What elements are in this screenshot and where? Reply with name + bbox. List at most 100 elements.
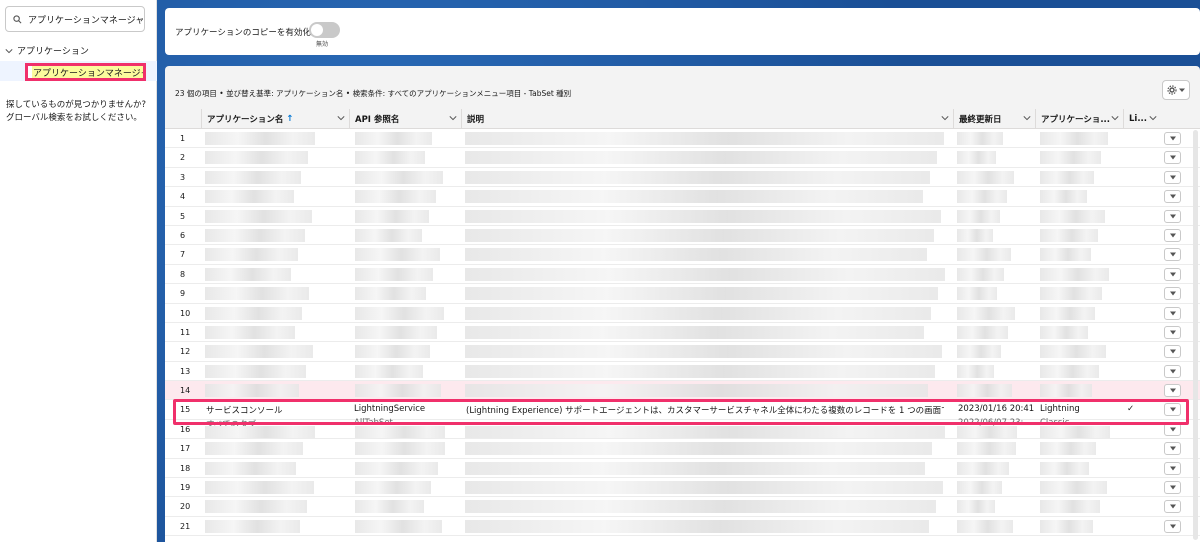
redacted-cell [465,190,923,204]
redacted-cell [1040,500,1100,514]
row-actions-button[interactable] [1164,384,1181,398]
row-number: 10 [180,308,191,318]
row-actions-button[interactable] [1164,287,1181,301]
redacted-cell [465,209,941,223]
row-actions-button[interactable] [1164,209,1181,223]
copy-toggle[interactable] [309,22,340,38]
row-actions-button[interactable] [1164,481,1181,495]
check-icon: ✓ [1127,404,1135,415]
caret-down-icon [1169,407,1176,412]
column-header-last-modified[interactable]: 最終更新日 [953,109,1035,129]
caret-down-icon [1169,194,1176,199]
tree-section-applications[interactable]: アプリケーション [5,44,89,57]
row-actions-button[interactable] [1164,151,1181,165]
column-header-api-name[interactable]: API 参照名 [349,109,461,129]
row-actions-button[interactable] [1164,461,1181,475]
row-actions-button[interactable] [1164,228,1181,242]
redacted-cell [957,384,1012,398]
table-row: 8 [165,265,1200,285]
tree-item-app-manager[interactable]: アプリケーションマネージャ [25,63,146,81]
table-row: 17 [165,439,1200,459]
row-actions-button[interactable] [1164,442,1181,456]
caret-down-icon [1169,446,1176,451]
redacted-cell [355,248,440,262]
redacted-cell [205,442,303,456]
row-actions-button[interactable] [1164,325,1181,339]
redacted-cell [465,519,929,533]
redacted-cell [957,209,1000,223]
setup-sidebar: アプリケーションマネージャ アプリケーション アプリケーションマネージャ 探して… [0,0,157,542]
table-row: 7 [165,245,1200,265]
redacted-cell [355,151,425,165]
row-actions-button[interactable] [1164,403,1181,417]
cell-api-name: AllTabSet [354,417,393,426]
redacted-cell [465,132,944,145]
caret-down-icon [1169,175,1176,180]
column-header-app-type[interactable]: アプリケーショ... [1035,109,1123,129]
row-actions-button[interactable] [1164,248,1181,262]
row-number: 7 [180,250,186,260]
column-header-description[interactable]: 説明 [461,109,953,129]
row-actions-button[interactable] [1164,306,1181,320]
chevron-down-icon[interactable] [941,114,949,122]
redacted-cell [957,364,994,378]
quick-find-search[interactable]: アプリケーションマネージャ [5,6,145,32]
column-label: アプリケーショ... [1041,115,1111,125]
row-actions-button[interactable] [1164,132,1181,145]
cell-last-modified: 2023/01/16 20:41 [958,404,1035,415]
row-actions-button[interactable] [1164,519,1181,533]
column-label: アプリケーション名 [207,115,284,125]
table-row: 21 [165,517,1200,537]
redacted-cell [465,267,945,281]
redacted-cell [465,481,943,495]
row-actions-button[interactable] [1164,267,1181,281]
cell-app-name[interactable]: サービスコンソール [206,404,283,416]
column-header-lightning[interactable]: Li... [1123,109,1161,129]
caret-down-icon [1169,252,1176,257]
row-number: 8 [180,269,186,279]
column-header-app-name[interactable]: アプリケーション名 ↑ [201,109,349,129]
column-label: API 参照名 [355,115,400,125]
redacted-cell [205,500,307,514]
redacted-cell [1040,287,1102,301]
table-row: 13 [165,362,1200,382]
caret-down-icon [1169,388,1176,393]
table-row: 3 [165,168,1200,188]
chevron-down-icon[interactable] [1111,114,1119,122]
row-actions-button[interactable] [1164,345,1181,359]
chevron-down-icon[interactable] [1149,114,1157,122]
redacted-cell [957,345,1001,359]
list-settings-button[interactable] [1162,80,1190,100]
table-row: 20 [165,497,1200,517]
redacted-cell [957,519,1013,533]
row-actions-button[interactable] [1164,170,1181,184]
redacted-cell [355,519,442,533]
cell-app-name: すべてのタブ [206,419,257,426]
chevron-down-icon[interactable] [449,114,457,122]
caret-down-icon [1169,155,1176,160]
row-number: 16 [180,424,191,434]
row-actions-button[interactable] [1164,500,1181,514]
list-summary: 23 個の項目 • 並び替え基準: アプリケーション名 • 検索条件: すべての… [175,89,572,98]
caret-down-icon [1169,369,1176,374]
scrollbar[interactable] [1193,130,1198,540]
chevron-down-icon[interactable] [337,114,345,122]
column-label: Li... [1129,114,1148,124]
redacted-cell [205,248,298,262]
redacted-cell [205,364,306,378]
caret-down-icon [1169,504,1176,509]
row-actions-button[interactable] [1164,422,1181,436]
row-actions-button[interactable] [1164,364,1181,378]
toggle-knob [311,24,323,36]
row-number: 12 [180,347,191,357]
cell-app-type: Lightning [1040,404,1080,415]
row-number: 6 [180,230,186,240]
chevron-down-icon[interactable] [1023,114,1031,122]
redacted-cell [465,248,927,262]
redacted-cell [1040,364,1099,378]
row-actions-button[interactable] [1164,190,1181,204]
help-line-1: 探しているものが見つかりませんか? [6,100,147,110]
redacted-cell [205,228,305,242]
help-line-2: グローバル検索をお試しください。 [6,113,142,123]
search-input-value[interactable]: アプリケーションマネージャ [28,13,144,26]
